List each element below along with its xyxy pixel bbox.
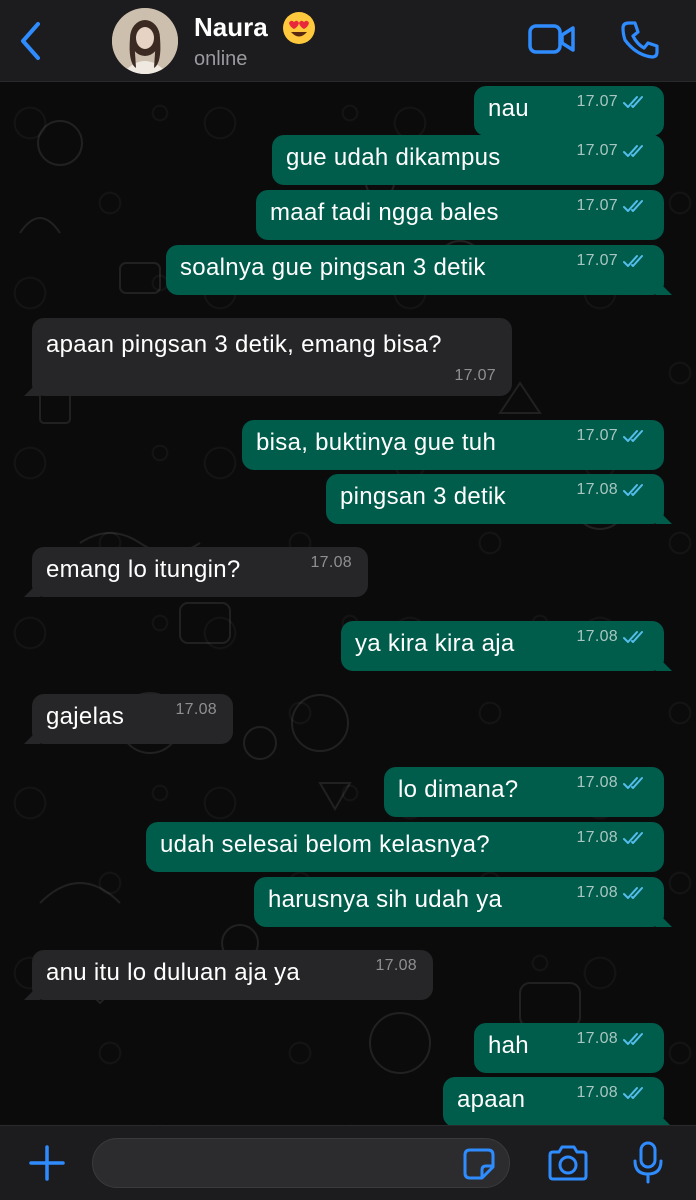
message-timestamp: 17.08 [576, 481, 618, 498]
incoming-message-bubble[interactable]: gajelas 17.08 [24, 694, 233, 744]
message-timestamp: 17.08 [310, 554, 352, 571]
read-receipt-icon [623, 255, 643, 267]
read-receipt-icon [623, 430, 643, 442]
incoming-message-bubble[interactable]: emang lo itungin? 17.08 [24, 547, 368, 597]
message-timestamp: 17.08 [576, 884, 618, 901]
composer-bar [0, 1125, 696, 1200]
message-text: apaan [457, 1086, 526, 1113]
read-receipt-icon [623, 1087, 643, 1099]
back-button[interactable] [12, 20, 48, 62]
message-meta: 17.08 [576, 870, 648, 916]
message-list[interactable]: nau 17.07 gue udah dikampus 17.07 maaf tadi … [0, 83, 696, 1125]
message-text: soalnya gue pingsan 3 detik [180, 254, 486, 281]
outgoing-message-bubble[interactable]: maaf tadi ngga bales 17.07 [256, 190, 664, 240]
message-meta: 17.08 [310, 540, 352, 586]
contact-name[interactable]: Naura [194, 12, 268, 43]
message-timestamp: 17.07 [576, 427, 618, 444]
message-meta: 17.08 [576, 815, 648, 861]
message-meta: 17.07 [576, 238, 648, 284]
contact-avatar[interactable] [112, 8, 178, 74]
read-receipt-icon [623, 777, 643, 789]
message-meta: 17.08 [375, 943, 417, 989]
read-receipt-icon [623, 1033, 643, 1045]
message-text: udah selesai belom kelasnya? [160, 831, 490, 858]
read-receipt-icon [623, 200, 643, 212]
message-timestamp: 17.08 [576, 1030, 618, 1047]
outgoing-message-bubble[interactable]: gue udah dikampus 17.07 [272, 135, 664, 185]
message-text: nau [488, 95, 529, 122]
message-text: gajelas [46, 703, 125, 730]
message-meta: 17.08 [576, 760, 648, 806]
message-timestamp: 17.08 [576, 829, 618, 846]
chevron-left-icon [21, 22, 40, 60]
message-timestamp: 17.07 [454, 367, 496, 384]
outgoing-message-bubble[interactable]: harusnya sih udah ya 17.08 [254, 877, 672, 927]
message-timestamp: 17.07 [576, 93, 618, 110]
message-timestamp: 17.07 [576, 252, 618, 269]
read-receipt-icon [623, 832, 643, 844]
message-timestamp: 17.08 [375, 957, 417, 974]
outgoing-message-bubble[interactable]: soalnya gue pingsan 3 detik 17.07 [166, 245, 672, 295]
read-receipt-icon [623, 887, 643, 899]
read-receipt-icon [623, 145, 643, 157]
message-text: lo dimana? [398, 776, 519, 803]
sticker-icon[interactable] [462, 1147, 496, 1181]
outgoing-message-bubble[interactable]: apaan 17.08 [443, 1077, 672, 1125]
message-timestamp: 17.08 [175, 701, 217, 718]
phone-icon[interactable] [620, 20, 660, 60]
plus-icon[interactable] [28, 1144, 66, 1182]
message-meta: 17.08 [576, 467, 648, 513]
incoming-message-bubble[interactable]: apaan pingsan 3 detik, emang bisa? 17.07 [24, 318, 512, 396]
message-meta: 17.08 [175, 687, 217, 733]
message-timestamp: 17.08 [576, 774, 618, 791]
message-timestamp: 17.07 [576, 197, 618, 214]
outgoing-message-bubble[interactable]: udah selesai belom kelasnya? 17.08 [146, 822, 664, 872]
read-receipt-icon [623, 96, 643, 108]
message-input[interactable] [92, 1138, 510, 1188]
message-meta: 17.08 [576, 1016, 648, 1062]
message-meta: 17.07 [576, 128, 648, 174]
message-meta: 17.07 [454, 367, 496, 385]
message-timestamp: 17.07 [576, 142, 618, 159]
message-meta: 17.08 [576, 614, 648, 660]
message-timestamp: 17.08 [576, 628, 618, 645]
outgoing-message-bubble[interactable]: pingsan 3 detik 17.08 [326, 474, 672, 524]
message-timestamp: 17.08 [576, 1084, 618, 1101]
read-receipt-icon [623, 631, 643, 643]
video-call-icon[interactable] [528, 22, 576, 56]
read-receipt-icon [623, 484, 643, 496]
message-text: maaf tadi ngga bales [270, 199, 499, 226]
message-text: harusnya sih udah ya [268, 886, 503, 913]
microphone-icon[interactable] [632, 1141, 664, 1185]
outgoing-message-bubble[interactable]: ya kira kira aja 17.08 [341, 621, 672, 671]
message-meta: 17.08 [576, 1070, 648, 1116]
message-text: ya kira kira aja [355, 630, 515, 657]
message-text: emang lo itungin? [46, 556, 241, 583]
incoming-message-bubble[interactable]: anu itu lo duluan aja ya 17.08 [24, 950, 433, 1000]
outgoing-message-bubble[interactable]: lo dimana? 17.08 [384, 767, 664, 817]
outgoing-message-bubble[interactable]: bisa, buktinya gue tuh 17.07 [242, 420, 664, 470]
message-text: bisa, buktinya gue tuh [256, 429, 497, 456]
message-text: pingsan 3 detik [340, 483, 506, 510]
message-text: apaan pingsan 3 detik, emang bisa? [46, 331, 442, 358]
message-meta: 17.07 [576, 183, 648, 229]
avatar-image [112, 8, 178, 74]
message-text: anu itu lo duluan aja ya [46, 959, 301, 986]
message-meta: 17.07 [576, 83, 648, 125]
camera-icon[interactable] [546, 1145, 590, 1181]
message-text: gue udah dikampus [286, 144, 501, 171]
outgoing-message-bubble[interactable]: hah 17.08 [474, 1023, 664, 1073]
contact-status: online [194, 48, 248, 70]
message-text: hah [488, 1032, 529, 1059]
message-meta: 17.07 [576, 413, 648, 459]
chat-header: Naura online [0, 0, 696, 82]
heart-eyes-emoji-icon [283, 12, 315, 44]
